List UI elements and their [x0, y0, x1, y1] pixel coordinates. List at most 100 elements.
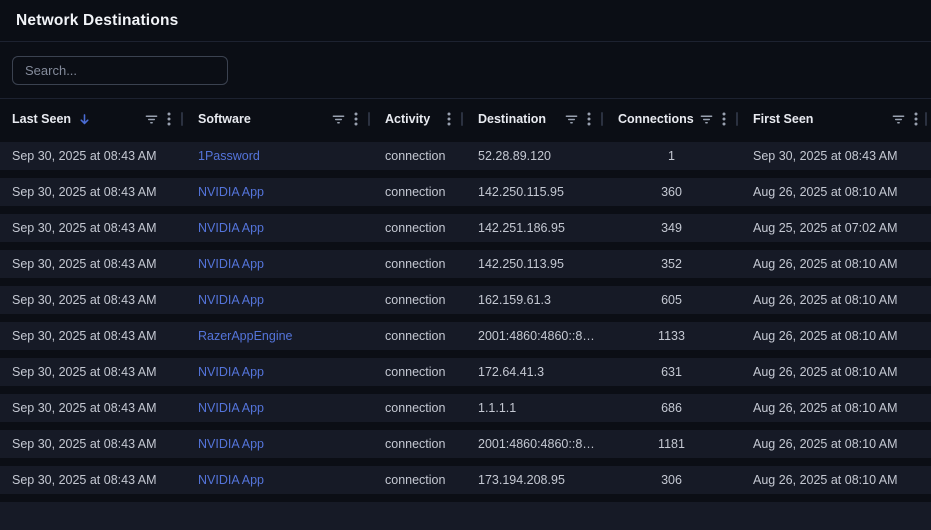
cell-connections: 1181	[604, 437, 739, 451]
network-destinations-panel: Network Destinations Last Seen Software …	[0, 0, 931, 530]
cell-destination: 142.250.113.95	[464, 257, 604, 271]
software-link[interactable]: 1Password	[198, 149, 260, 163]
cell-first-seen: Aug 26, 2025 at 08:10 AM	[739, 401, 931, 415]
kebab-menu-icon[interactable]	[914, 112, 918, 126]
cell-first-seen: Aug 26, 2025 at 08:10 AM	[739, 293, 931, 307]
cell-activity: connection	[371, 329, 464, 343]
column-separator	[181, 112, 183, 126]
column-label: Connections	[618, 112, 694, 126]
cell-first-seen: Aug 26, 2025 at 08:10 AM	[739, 365, 931, 379]
filter-icon[interactable]	[332, 113, 345, 126]
software-link[interactable]: NVIDIA App	[198, 221, 264, 235]
table-row[interactable]: Sep 30, 2025 at 08:43 AM NVIDIA App conn…	[0, 394, 931, 422]
cell-activity: connection	[371, 401, 464, 415]
table-row[interactable]: Sep 30, 2025 at 08:43 AM NVIDIA App conn…	[0, 358, 931, 386]
table-row[interactable]: Sep 30, 2025 at 08:43 AM NVIDIA App conn…	[0, 286, 931, 314]
column-label: Destination	[478, 112, 546, 126]
table-row[interactable]: Sep 30, 2025 at 08:43 AM 1Password conne…	[0, 142, 931, 170]
cell-last-seen: Sep 30, 2025 at 08:43 AM	[0, 473, 184, 487]
panel-header: Network Destinations	[0, 0, 931, 42]
header-row: Last Seen Software Activity Dest	[0, 99, 931, 139]
cell-last-seen: Sep 30, 2025 at 08:43 AM	[0, 293, 184, 307]
cell-activity: connection	[371, 437, 464, 451]
cell-connections: 605	[604, 293, 739, 307]
cell-activity: connection	[371, 221, 464, 235]
cell-software: NVIDIA App	[184, 437, 371, 451]
column-label: Activity	[385, 112, 430, 126]
cell-software: 1Password	[184, 149, 371, 163]
software-link[interactable]: NVIDIA App	[198, 293, 264, 307]
table-row[interactable]: Sep 30, 2025 at 08:43 AM NVIDIA App conn…	[0, 178, 931, 206]
column-header-first-seen[interactable]: First Seen	[739, 99, 931, 139]
table-row[interactable]: Sep 30, 2025 at 08:43 AM RazerAppEngine …	[0, 322, 931, 350]
cell-last-seen: Sep 30, 2025 at 08:43 AM	[0, 257, 184, 271]
software-link[interactable]: NVIDIA App	[198, 185, 264, 199]
cell-destination: 162.159.61.3	[464, 293, 604, 307]
sort-desc-icon	[78, 113, 91, 126]
software-link[interactable]: NVIDIA App	[198, 257, 264, 271]
software-link[interactable]: NVIDIA App	[198, 401, 264, 415]
column-header-activity[interactable]: Activity	[371, 99, 464, 139]
filter-icon[interactable]	[700, 113, 713, 126]
search-input[interactable]	[12, 56, 228, 85]
column-header-software[interactable]: Software	[184, 99, 371, 139]
filter-icon[interactable]	[145, 113, 158, 126]
software-link[interactable]: NVIDIA App	[198, 473, 264, 487]
cell-software: NVIDIA App	[184, 293, 371, 307]
cell-last-seen: Sep 30, 2025 at 08:43 AM	[0, 185, 184, 199]
cell-connections: 1133	[604, 329, 739, 343]
cell-software: RazerAppEngine	[184, 329, 371, 343]
filter-icon[interactable]	[565, 113, 578, 126]
cell-software: NVIDIA App	[184, 221, 371, 235]
column-header-destination[interactable]: Destination	[464, 99, 604, 139]
cell-software: NVIDIA App	[184, 365, 371, 379]
column-separator	[461, 112, 463, 126]
cell-connections: 352	[604, 257, 739, 271]
cell-first-seen: Aug 25, 2025 at 07:02 AM	[739, 221, 931, 235]
column-label: Last Seen	[12, 112, 71, 126]
cell-activity: connection	[371, 149, 464, 163]
cell-first-seen: Aug 26, 2025 at 08:10 AM	[739, 257, 931, 271]
column-header-last-seen[interactable]: Last Seen	[0, 99, 184, 139]
cell-last-seen: Sep 30, 2025 at 08:43 AM	[0, 221, 184, 235]
partial-next-row	[0, 502, 931, 530]
filter-icon[interactable]	[892, 113, 905, 126]
cell-last-seen: Sep 30, 2025 at 08:43 AM	[0, 149, 184, 163]
kebab-menu-icon[interactable]	[167, 112, 171, 126]
cell-software: NVIDIA App	[184, 401, 371, 415]
software-link[interactable]: NVIDIA App	[198, 365, 264, 379]
cell-activity: connection	[371, 365, 464, 379]
cell-destination: 172.64.41.3	[464, 365, 604, 379]
cell-last-seen: Sep 30, 2025 at 08:43 AM	[0, 401, 184, 415]
table-row[interactable]: Sep 30, 2025 at 08:43 AM NVIDIA App conn…	[0, 466, 931, 494]
cell-activity: connection	[371, 257, 464, 271]
cell-activity: connection	[371, 293, 464, 307]
cell-connections: 349	[604, 221, 739, 235]
kebab-menu-icon[interactable]	[354, 112, 358, 126]
cell-first-seen: Sep 30, 2025 at 08:43 AM	[739, 149, 931, 163]
kebab-menu-icon[interactable]	[447, 112, 451, 126]
cell-connections: 1	[604, 149, 739, 163]
cell-connections: 360	[604, 185, 739, 199]
rows-container: Sep 30, 2025 at 08:43 AM 1Password conne…	[0, 139, 931, 494]
cell-first-seen: Aug 26, 2025 at 08:10 AM	[739, 185, 931, 199]
software-link[interactable]: RazerAppEngine	[198, 329, 293, 343]
toolbar	[0, 42, 931, 99]
cell-software: NVIDIA App	[184, 257, 371, 271]
kebab-menu-icon[interactable]	[722, 112, 726, 126]
cell-destination: 173.194.208.95	[464, 473, 604, 487]
cell-last-seen: Sep 30, 2025 at 08:43 AM	[0, 329, 184, 343]
cell-destination: 2001:4860:4860::8…	[464, 437, 604, 451]
kebab-menu-icon[interactable]	[587, 112, 591, 126]
table-row[interactable]: Sep 30, 2025 at 08:43 AM NVIDIA App conn…	[0, 430, 931, 458]
cell-destination: 142.251.186.95	[464, 221, 604, 235]
cell-connections: 631	[604, 365, 739, 379]
software-link[interactable]: NVIDIA App	[198, 437, 264, 451]
cell-destination: 142.250.115.95	[464, 185, 604, 199]
table-row[interactable]: Sep 30, 2025 at 08:43 AM NVIDIA App conn…	[0, 214, 931, 242]
cell-connections: 306	[604, 473, 739, 487]
cell-first-seen: Aug 26, 2025 at 08:10 AM	[739, 437, 931, 451]
table-row[interactable]: Sep 30, 2025 at 08:43 AM NVIDIA App conn…	[0, 250, 931, 278]
cell-last-seen: Sep 30, 2025 at 08:43 AM	[0, 365, 184, 379]
column-header-connections[interactable]: Connections	[604, 99, 739, 139]
